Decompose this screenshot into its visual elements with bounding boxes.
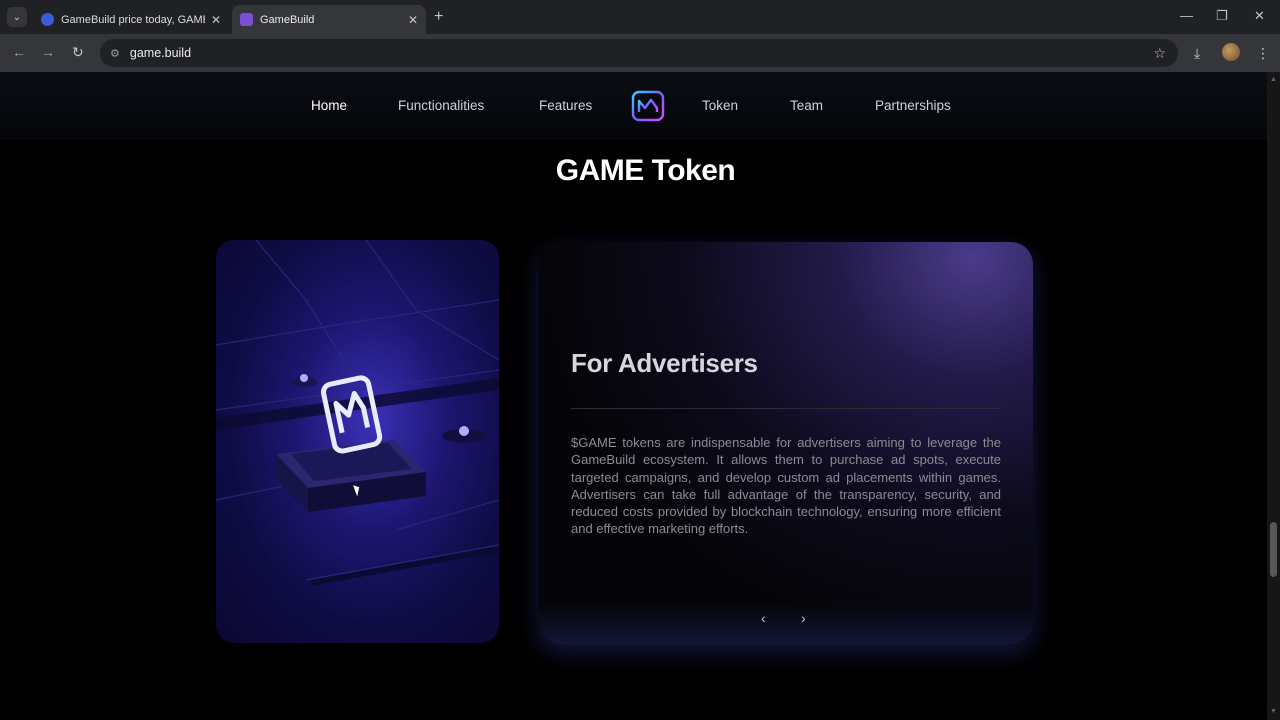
card-heading: For Advertisers bbox=[571, 348, 758, 378]
tab-title: GameBuild bbox=[260, 13, 315, 26]
nav-home[interactable]: Home bbox=[311, 98, 347, 113]
tab-title: GameBuild price today, GAME t bbox=[61, 13, 205, 26]
carousel-next-button[interactable]: › bbox=[801, 610, 806, 626]
browser-tab-1[interactable]: GameBuild price today, GAME t ✕ bbox=[33, 5, 229, 34]
nav-token[interactable]: Token bbox=[702, 98, 738, 113]
token-illustration bbox=[216, 240, 499, 643]
section-title: GAME Token bbox=[555, 154, 736, 187]
page-viewport: Home Functionalities Features Token Team… bbox=[0, 72, 1267, 720]
nav-team[interactable]: Team bbox=[790, 98, 823, 113]
window-close-icon[interactable]: ✕ bbox=[1254, 8, 1265, 24]
forward-arrow-icon[interactable]: → bbox=[41, 44, 55, 60]
maximize-icon[interactable]: ❐ bbox=[1216, 8, 1228, 24]
nav-partnerships[interactable]: Partnerships bbox=[875, 98, 951, 113]
scrollbar-thumb[interactable] bbox=[1270, 522, 1277, 577]
card-divider bbox=[571, 408, 1001, 409]
address-bar[interactable]: ⚙ game.build ☆ bbox=[100, 39, 1178, 67]
gamebuild-logo-icon[interactable] bbox=[631, 90, 665, 122]
coin-favicon-icon bbox=[41, 13, 54, 26]
carousel-prev-button[interactable]: ‹ bbox=[761, 610, 766, 626]
nav-features[interactable]: Features bbox=[539, 98, 592, 113]
reload-icon[interactable]: ↻ bbox=[72, 44, 84, 61]
menu-kebab-icon[interactable]: ⋮ bbox=[1256, 45, 1270, 62]
scroll-down-icon[interactable]: ▼ bbox=[1270, 708, 1277, 715]
tab-search-chevron-icon[interactable]: ⌄ bbox=[7, 7, 27, 27]
page-scrollbar[interactable]: ▲ ▼ bbox=[1267, 72, 1280, 720]
nav-functionalities[interactable]: Functionalities bbox=[398, 98, 484, 113]
site-navbar: Home Functionalities Features Token Team… bbox=[0, 72, 1267, 140]
scroll-up-icon[interactable]: ▲ bbox=[1270, 76, 1277, 83]
browser-toolbar: ← → ↻ ⚙ game.build ☆ ⤓ ⋮ bbox=[0, 34, 1280, 72]
url-text[interactable]: game.build bbox=[130, 46, 191, 60]
tab-close-icon[interactable]: ✕ bbox=[211, 13, 221, 27]
card-body: $GAME tokens are indispensable for adver… bbox=[571, 435, 1001, 537]
minimize-icon[interactable]: — bbox=[1180, 8, 1193, 23]
download-icon[interactable]: ⤓ bbox=[1194, 45, 1200, 62]
profile-avatar[interactable] bbox=[1222, 43, 1240, 61]
site-info-icon[interactable]: ⚙ bbox=[110, 47, 120, 60]
browser-tab-2[interactable]: GameBuild ✕ bbox=[232, 5, 426, 34]
tab-close-icon[interactable]: ✕ bbox=[408, 13, 418, 27]
bookmark-star-icon[interactable]: ☆ bbox=[1153, 45, 1166, 62]
browser-tab-bar: ⌄ GameBuild price today, GAME t ✕ GameBu… bbox=[0, 0, 1280, 34]
new-tab-button[interactable]: + bbox=[434, 8, 443, 26]
gamebuild-favicon-icon bbox=[240, 13, 253, 26]
back-arrow-icon[interactable]: ← bbox=[12, 44, 26, 60]
advertisers-card: For Advertisers $GAME tokens are indispe… bbox=[539, 242, 1033, 644]
